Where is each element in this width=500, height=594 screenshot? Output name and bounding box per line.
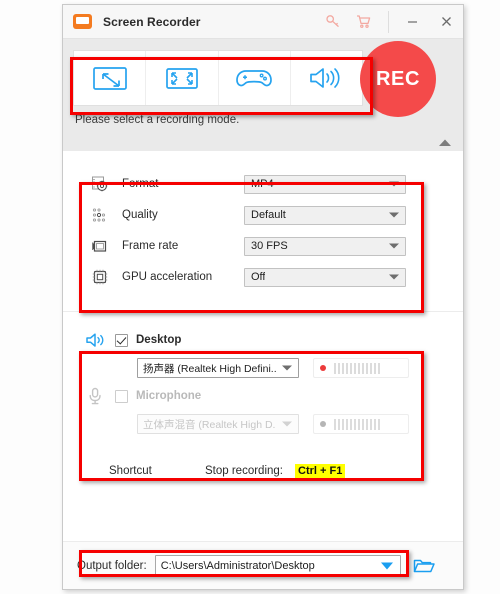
- chevron-down-icon: [389, 181, 399, 187]
- browse-folder-button[interactable]: [413, 556, 435, 575]
- microphone-meter-indicator-dot: [320, 421, 326, 427]
- speaker-icon: [85, 328, 115, 352]
- microphone-device-value: 立体声混音 (Realtek High D...: [143, 418, 276, 431]
- mode-selection-area: REC Please select a recording mode.: [63, 39, 463, 151]
- microphone-device-dropdown[interactable]: 立体声混音 (Realtek High D...: [137, 414, 299, 434]
- desktop-audio-label: Desktop: [136, 334, 182, 346]
- desktop-audio-checkbox[interactable]: [115, 333, 128, 347]
- gamepad-icon: [233, 63, 275, 93]
- output-folder-path: C:\Users\Administrator\Desktop: [160, 559, 315, 572]
- screen-recorder-logo: [73, 14, 92, 29]
- mode-game-button[interactable]: [218, 51, 291, 105]
- screen-recorder-window: Screen Recorder REC Please select a reco…: [62, 4, 464, 590]
- microphone-device-row: 立体声混音 (Realtek High D...: [85, 410, 463, 438]
- desktop-meter-bars: [334, 362, 380, 374]
- shortcut-row: Shortcut Stop recording: Ctrl + F1: [63, 458, 463, 484]
- record-button-area: REC: [360, 41, 446, 117]
- setting-row-quality: Quality Default: [91, 200, 463, 230]
- mode-button-group: [73, 50, 363, 106]
- full-screen-icon: [162, 63, 202, 93]
- audio-row-microphone: Microphone: [85, 382, 463, 410]
- stop-recording-shortcut-keys[interactable]: Ctrl + F1: [295, 464, 346, 478]
- close-button[interactable]: [429, 5, 463, 39]
- chevron-down-icon: [282, 365, 292, 371]
- chevron-down-icon: [389, 212, 399, 218]
- quality-dots-icon: [91, 204, 117, 226]
- desktop-device-row: 扬声器 (Realtek High Defini...: [85, 354, 463, 382]
- setting-row-frame-rate: Frame rate 30 FPS: [91, 231, 463, 261]
- collapse-up-arrow-icon[interactable]: [437, 136, 453, 148]
- frame-rate-icon: [91, 235, 117, 257]
- mode-full-screen-button[interactable]: [146, 51, 219, 105]
- output-folder-label: Output folder:: [77, 559, 147, 572]
- shortcut-label: Shortcut: [109, 465, 152, 477]
- title-bar: Screen Recorder: [63, 5, 463, 39]
- record-button[interactable]: REC: [360, 41, 436, 117]
- setting-label-quality: Quality: [122, 209, 158, 221]
- titlebar-divider: [388, 10, 389, 33]
- quality-dropdown[interactable]: Default: [244, 205, 406, 225]
- cart-icon[interactable]: [348, 5, 378, 39]
- microphone-volume-meter: [313, 414, 409, 434]
- setting-row-format: Format MP4: [91, 169, 463, 199]
- gpu-acceleration-value: Off: [251, 271, 266, 283]
- gpu-acceleration-dropdown[interactable]: Off: [244, 267, 406, 287]
- gpu-chip-icon: [91, 266, 117, 288]
- desktop-device-dropdown[interactable]: 扬声器 (Realtek High Defini...: [137, 358, 299, 378]
- microphone-checkbox[interactable]: [115, 389, 128, 403]
- microphone-label: Microphone: [136, 390, 202, 402]
- format-dropdown[interactable]: MP4: [244, 174, 406, 194]
- desktop-device-value: 扬声器 (Realtek High Defini...: [143, 362, 276, 375]
- setting-label-format: Format: [122, 178, 159, 190]
- microphone-meter-bars: [334, 418, 380, 430]
- chevron-down-icon: [389, 243, 399, 249]
- chevron-down-icon: [282, 421, 292, 427]
- stop-recording-label: Stop recording:: [205, 465, 283, 477]
- output-folder-dropdown[interactable]: C:\Users\Administrator\Desktop: [154, 555, 401, 576]
- mode-audio-button[interactable]: [290, 51, 362, 105]
- frame-rate-value: 30 FPS: [251, 240, 288, 252]
- desktop-meter-indicator-dot: [320, 365, 326, 371]
- audio-settings-section: Desktop 扬声器 (Realtek High Defini... Micr…: [63, 312, 463, 444]
- speaker-icon: [305, 63, 347, 93]
- setting-label-frame-rate: Frame rate: [122, 240, 179, 252]
- quality-value: Default: [251, 209, 286, 221]
- app-title: Screen Recorder: [103, 14, 201, 29]
- audio-row-desktop: Desktop: [85, 326, 463, 354]
- microphone-icon: [85, 384, 115, 408]
- mode-hint-text: Please select a recording mode.: [75, 114, 240, 126]
- format-film-gear-icon: [91, 173, 117, 195]
- minimize-button[interactable]: [395, 5, 429, 39]
- frame-rate-dropdown[interactable]: 30 FPS: [244, 236, 406, 256]
- chevron-down-icon: [389, 274, 399, 280]
- format-value: MP4: [251, 178, 274, 190]
- recording-settings-section: Format MP4 Quality Default Frame rate 30…: [63, 151, 463, 307]
- setting-row-gpu-acceleration: GPU acceleration Off: [91, 262, 463, 292]
- setting-label-gpu-acceleration: GPU acceleration: [122, 271, 213, 283]
- desktop-volume-meter: [313, 358, 409, 378]
- chevron-down-icon: [380, 562, 393, 569]
- settings-body: Format MP4 Quality Default Frame rate 30…: [63, 151, 463, 541]
- screenshot-root: Screen Recorder REC Please select a reco…: [0, 0, 500, 594]
- mode-custom-region-button[interactable]: [74, 51, 147, 105]
- custom-region-icon: [90, 63, 130, 93]
- output-folder-bar: Output folder: C:\Users\Administrator\De…: [63, 541, 463, 589]
- key-icon[interactable]: [318, 5, 348, 39]
